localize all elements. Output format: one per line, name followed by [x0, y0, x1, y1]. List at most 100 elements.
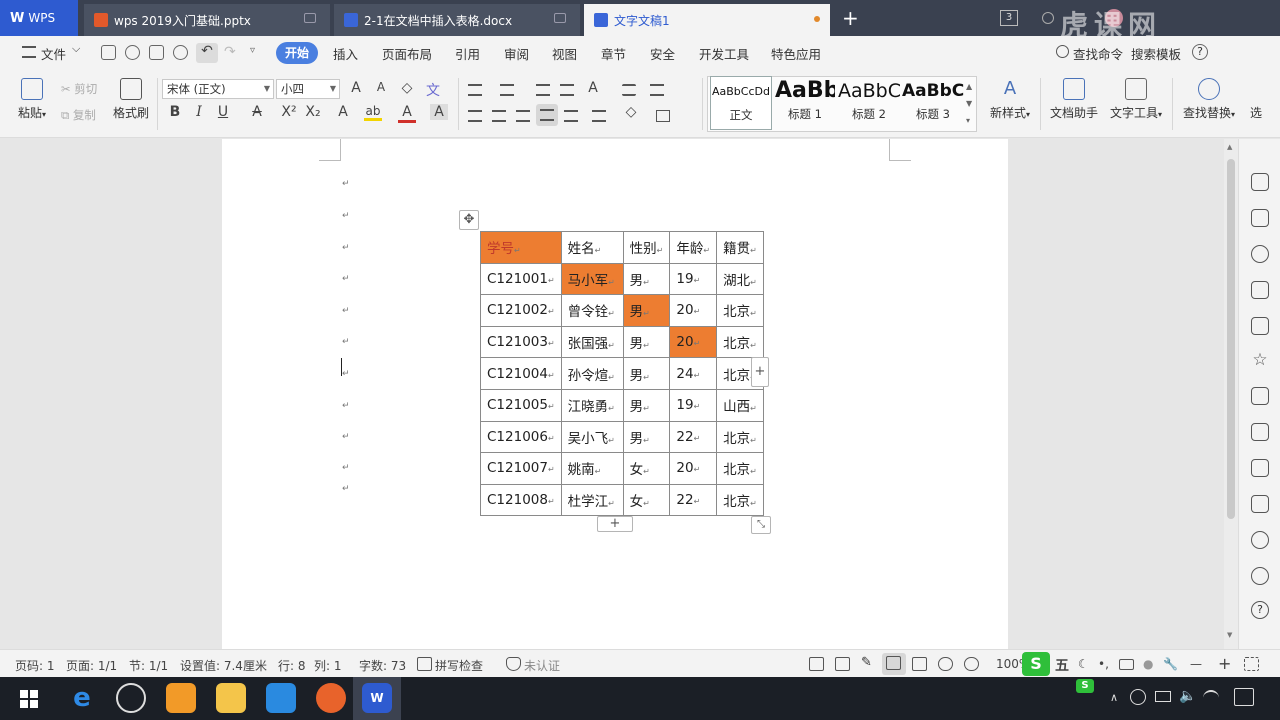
style-gallery-scroll[interactable]: ▲ ▼ ▾ [966, 78, 972, 129]
star-icon[interactable]: ☆ [1251, 351, 1269, 369]
table-cell[interactable]: 男↵ [622, 420, 671, 454]
align-left-icon[interactable] [468, 110, 482, 122]
sogou-ime-icon[interactable]: S [1022, 652, 1050, 676]
student-table[interactable]: 学号↵ 姓名↵ 性别↵ 年龄↵ 籍贯↵ C121001↵ 马小军↵ 男↵ 19↵… [480, 231, 764, 517]
tab-home[interactable]: 开始 [276, 42, 318, 64]
table-cell[interactable]: 22↵ [669, 420, 718, 454]
status-pages[interactable]: 页面: 1/1 [66, 657, 117, 674]
translate-icon[interactable] [1251, 423, 1269, 441]
ime-moon-icon[interactable]: ☾ [1078, 657, 1089, 671]
table-cell[interactable]: 马小军↵ [560, 262, 624, 296]
style-heading-3[interactable]: AaBbC 标题 3 [902, 76, 964, 130]
windows-start-icon[interactable] [20, 690, 38, 708]
tab-pin-icon[interactable] [554, 13, 566, 23]
shapes-icon[interactable] [1251, 245, 1269, 263]
align-right-icon[interactable] [516, 110, 530, 122]
shrink-font-icon[interactable]: A [372, 80, 390, 94]
ime-wrench-icon[interactable]: 🔧 [1163, 657, 1178, 671]
menu-file[interactable]: 文件 [41, 44, 66, 63]
table-cell[interactable]: C121003↵ [480, 325, 562, 359]
show-marks-icon[interactable] [622, 84, 636, 96]
table-cell[interactable]: 吴小飞↵ [560, 420, 624, 454]
redo-button[interactable]: ↷ [224, 44, 236, 60]
help-icon[interactable]: ? [1251, 601, 1269, 619]
table-cell[interactable]: 男↵ [622, 262, 671, 296]
table-cell[interactable]: 男↵ [622, 325, 671, 359]
clear-format-icon[interactable]: ◇ [398, 80, 416, 96]
zoom-out-icon[interactable]: — [1190, 657, 1202, 671]
undo-button[interactable]: ↶ [196, 43, 218, 63]
keyboard-icon[interactable] [1119, 659, 1134, 670]
table-cell[interactable]: 山西↵ [716, 388, 764, 422]
header-cell[interactable]: 籍贯↵ [716, 231, 764, 264]
tab-review[interactable]: 审阅 [504, 44, 529, 63]
firefox-icon[interactable] [316, 683, 346, 713]
justify-button[interactable] [536, 104, 558, 126]
save-icon[interactable] [101, 45, 116, 60]
settings-sliders-icon[interactable] [1251, 281, 1269, 299]
search-commands[interactable]: 查找命令 [1073, 44, 1123, 63]
help-icon[interactable]: ? [1192, 44, 1208, 60]
table-cell[interactable]: 湖北↵ [716, 262, 764, 296]
sort-icon[interactable] [650, 84, 664, 96]
table-cell[interactable]: 北京↵ [716, 483, 764, 517]
select-cursor-icon[interactable] [1251, 209, 1269, 227]
header-cell[interactable]: 学号↵ [480, 231, 562, 264]
shading-icon[interactable]: ◇ [622, 104, 640, 120]
table-cell[interactable]: C121004↵ [480, 357, 562, 390]
table-cell[interactable]: 20↵ [669, 294, 718, 327]
add-row-button[interactable]: + [597, 516, 633, 532]
skin-icon[interactable] [1042, 12, 1054, 24]
sogou-tray-icon[interactable]: S [1076, 679, 1094, 693]
search-icon[interactable] [1056, 45, 1069, 58]
action-center-icon[interactable] [1234, 688, 1254, 706]
distributed-icon[interactable] [564, 110, 578, 122]
certification-status[interactable]: 未认证 [524, 657, 560, 674]
quick-access-dropdown-icon[interactable]: ▿ [250, 45, 255, 56]
table-cell[interactable]: 女↵ [622, 452, 671, 485]
header-cell[interactable]: 姓名↵ [560, 231, 624, 264]
tray-app-icon[interactable] [1130, 689, 1146, 705]
char-shading-icon[interactable]: A [430, 104, 448, 120]
ime-punct-icon[interactable]: •, [1098, 657, 1109, 671]
tab-pptx[interactable]: wps 2019入门基础.pptx [84, 4, 330, 36]
subscript-icon[interactable]: X₂ [304, 104, 322, 120]
style-heading-2[interactable]: AaBbC 标题 2 [838, 76, 900, 130]
format-painter-button[interactable]: 格式刷 [111, 78, 151, 121]
table-cell[interactable]: 孙令煊↵ [560, 357, 624, 390]
table-cell[interactable]: 曾令铨↵ [560, 294, 624, 327]
text-effect-icon[interactable]: A [334, 104, 352, 120]
header-cell[interactable]: 性别↵ [622, 231, 671, 264]
archive-icon[interactable] [1251, 459, 1269, 477]
status-word-count[interactable]: 字数: 73 [359, 657, 406, 674]
numbered-list-icon[interactable] [500, 84, 514, 96]
share-icon[interactable] [1251, 387, 1269, 405]
chevron-down-icon[interactable]: ⌵ [72, 42, 80, 56]
wps-writer-icon[interactable]: W [362, 683, 392, 713]
copy-button[interactable]: ⧉ 复制 [61, 107, 96, 123]
superscript-icon[interactable]: X² [280, 104, 298, 120]
tab-view[interactable]: 视图 [552, 44, 577, 63]
zoom-in-icon[interactable]: + [1218, 654, 1231, 673]
store-icon[interactable] [266, 683, 296, 713]
fit-page-icon[interactable] [1244, 657, 1259, 671]
table-cell[interactable]: 20↵ [669, 452, 718, 485]
hamburger-icon[interactable] [22, 46, 36, 58]
bullet-list-icon[interactable] [468, 84, 482, 96]
style-normal[interactable]: AaBbCcDd 正文 [710, 76, 772, 130]
tab-active-doc[interactable]: 文字文稿1 [584, 4, 830, 36]
table-cell[interactable]: C121006↵ [480, 420, 562, 454]
border-icon[interactable] [656, 110, 670, 122]
table-cell[interactable]: 姚南↵ [560, 452, 624, 485]
style-heading-1[interactable]: AaBb 标题 1 [775, 76, 835, 130]
scroll-up-icon[interactable]: ▲ [1227, 143, 1232, 151]
battery-icon[interactable] [1155, 691, 1171, 702]
table-cell[interactable]: 男↵ [622, 357, 671, 390]
table-cell[interactable]: 北京↵ [716, 420, 764, 454]
line-spacing-icon[interactable] [592, 110, 606, 122]
italic-icon[interactable]: I [190, 104, 208, 120]
font-name-select[interactable]: 宋体 (正文) ▼ [162, 79, 274, 99]
table-cell[interactable]: 19↵ [669, 262, 718, 296]
table-cell[interactable]: 男↵ [622, 294, 671, 327]
table-cell[interactable]: 北京↵ [716, 452, 764, 485]
